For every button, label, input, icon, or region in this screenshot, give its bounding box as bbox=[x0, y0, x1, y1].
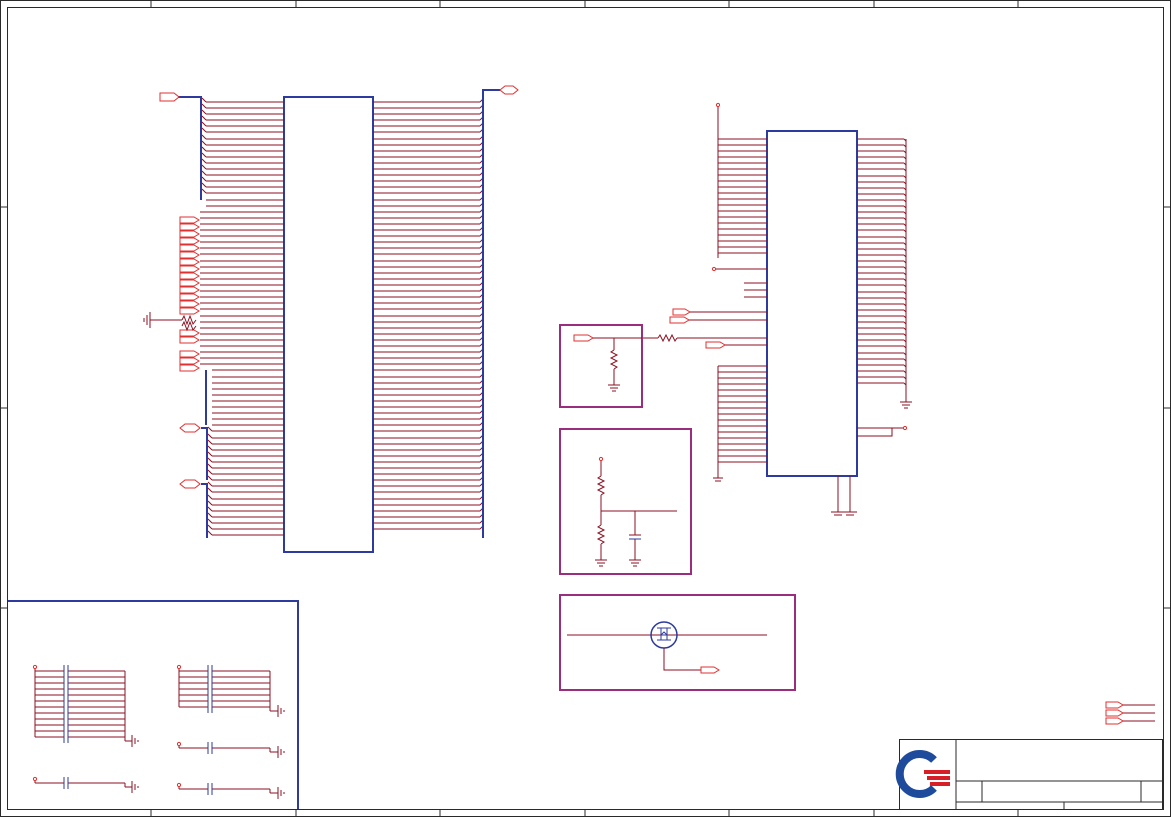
bus-left-lower bbox=[201, 427, 208, 480]
offpage-connector-left-low bbox=[179, 479, 201, 489]
pulldown-circuit bbox=[573, 334, 642, 392]
connector-body-left bbox=[283, 96, 374, 553]
offpage-connector-right-top bbox=[499, 85, 519, 95]
mosfet-circuit bbox=[567, 621, 767, 674]
box-decoupling bbox=[8, 600, 299, 809]
ground-left bbox=[143, 312, 197, 332]
connector-right-pins bbox=[373, 98, 484, 530]
bus-left-top bbox=[178, 96, 202, 200]
chip-power-rails bbox=[711, 102, 912, 516]
box-mosfet bbox=[559, 594, 796, 691]
connector-left-pins bbox=[200, 97, 284, 536]
chip-left-pins bbox=[718, 138, 767, 463]
company-logo bbox=[895, 750, 950, 798]
chip-body bbox=[766, 130, 858, 477]
signal-flags-right bbox=[1105, 701, 1155, 725]
box-divider bbox=[559, 428, 692, 575]
divider-circuit bbox=[595, 456, 677, 567]
box-pulldown bbox=[559, 324, 643, 408]
bus-right bbox=[482, 89, 500, 538]
offpage-connector-left-mid bbox=[179, 423, 201, 433]
offpage-connector-left-top bbox=[159, 92, 180, 102]
chip-input-flags bbox=[669, 308, 726, 349]
zone-ticks bbox=[0, 0, 1171, 817]
outer-border bbox=[0, 0, 1171, 817]
bus-left-bottom bbox=[201, 483, 208, 538]
signal-flags-left bbox=[179, 216, 200, 372]
chip-input-wires bbox=[642, 311, 767, 346]
decoupling-capacitors bbox=[32, 664, 285, 799]
schematic-sheet bbox=[0, 0, 1171, 817]
chip-right-pins bbox=[857, 138, 907, 386]
title-block bbox=[899, 739, 1163, 810]
